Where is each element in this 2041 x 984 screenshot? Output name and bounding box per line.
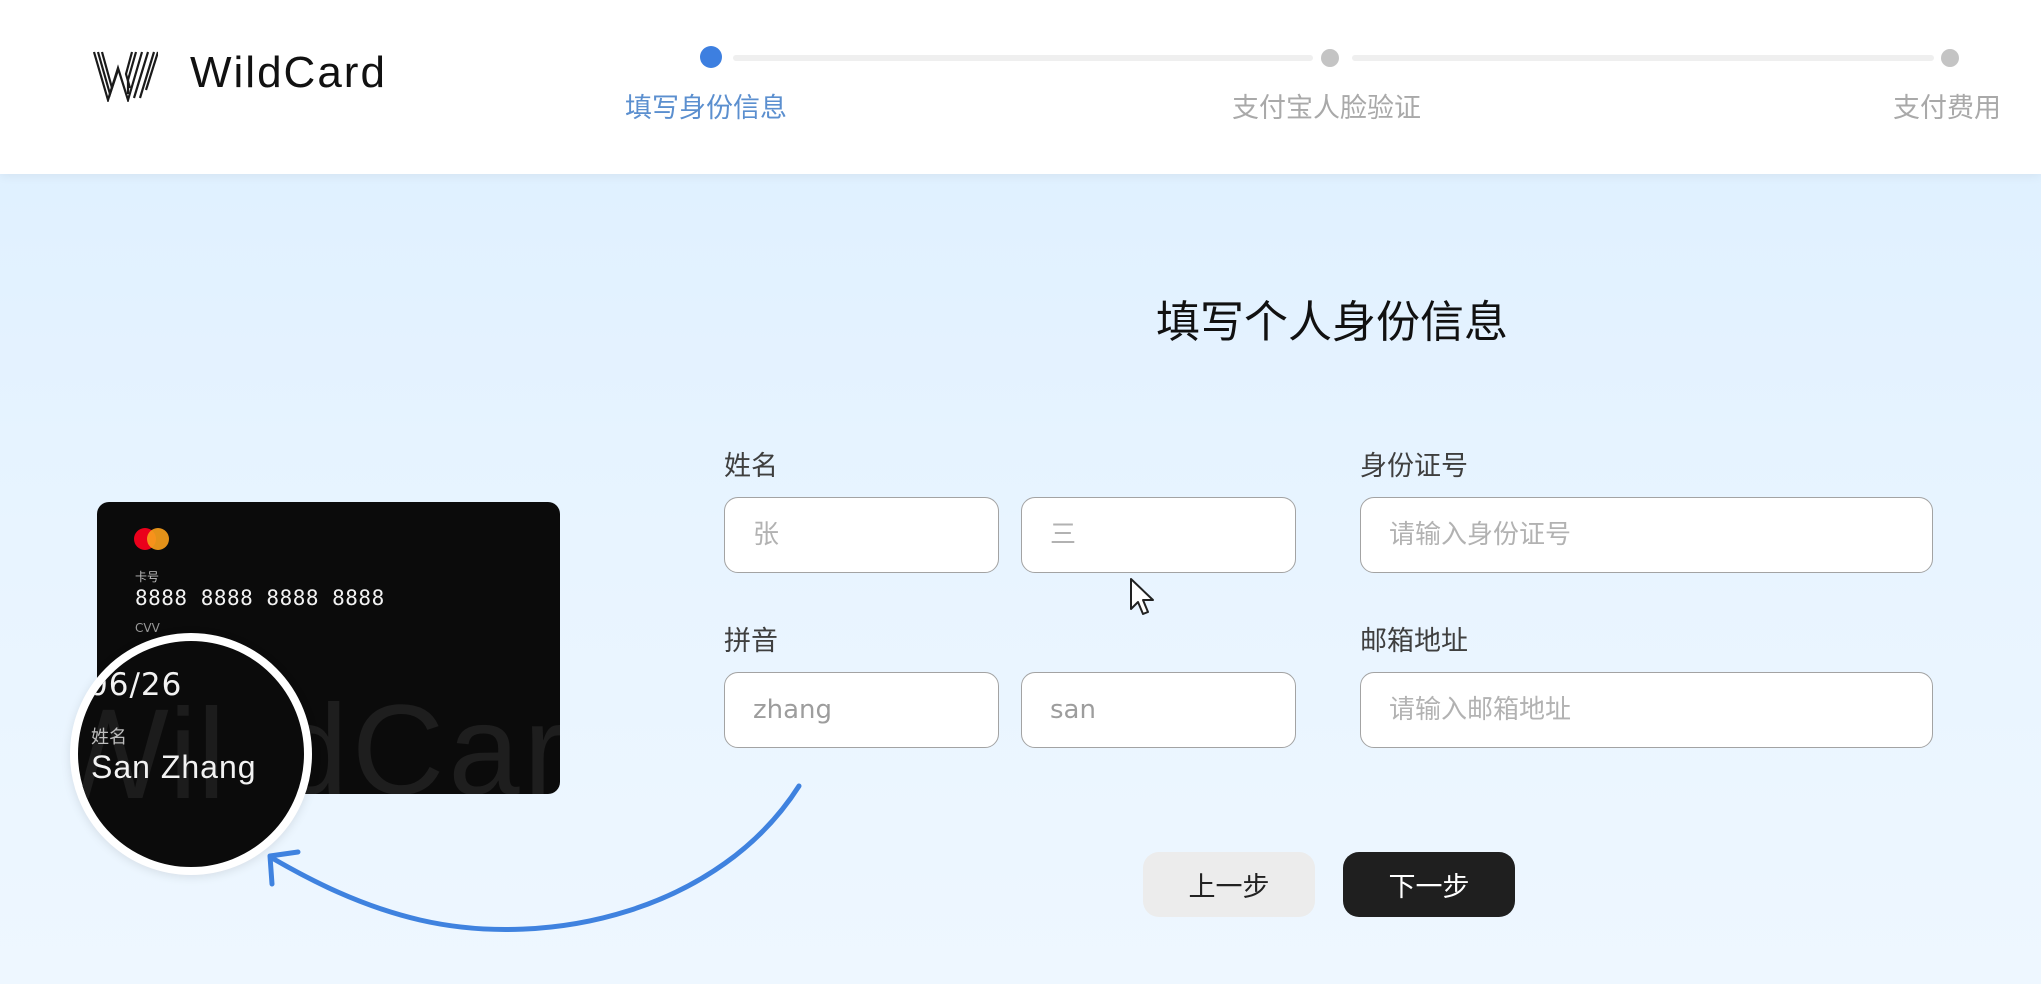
step-dot-3: [1941, 49, 1959, 67]
card-number-label: 卡号: [135, 570, 160, 584]
pinyin-label: 拼音: [724, 626, 778, 657]
card-holder-name: San Zhang: [91, 749, 257, 785]
step-connector: [1352, 55, 1934, 61]
top-header: WildCard 填写身份信息 支付宝人脸验证 支付费用: [0, 0, 2041, 174]
step-label-face-verify[interactable]: 支付宝人脸验证: [1232, 86, 1421, 125]
email-label: 邮箱地址: [1360, 626, 1468, 657]
prev-step-button[interactable]: 上一步: [1143, 852, 1315, 917]
card-number: 8888 8888 8888 8888: [135, 586, 385, 610]
curved-arrow-icon: [267, 783, 802, 932]
pinyin-given-input[interactable]: [1021, 672, 1296, 748]
id-number-input[interactable]: [1360, 497, 1933, 573]
card-cvv-label: CVV: [135, 621, 160, 635]
step-dot-1: [700, 46, 722, 68]
surname-input[interactable]: [724, 497, 999, 573]
step-label-payment[interactable]: 支付费用: [1893, 86, 2001, 125]
next-step-button[interactable]: 下一步: [1343, 852, 1515, 917]
step-dot-2: [1321, 49, 1339, 67]
card-expiry: 06/26: [88, 667, 183, 703]
pinyin-surname-input[interactable]: [724, 672, 999, 748]
email-input[interactable]: [1360, 672, 1933, 748]
name-label: 姓名: [724, 451, 778, 482]
id-number-label: 身份证号: [1360, 451, 1468, 482]
mouse-cursor-icon: [1130, 578, 1154, 615]
progress-stepper: 填写身份信息 支付宝人脸验证 支付费用: [0, 0, 2041, 174]
step-label-identity[interactable]: 填写身份信息: [625, 86, 787, 125]
step-connector: [733, 55, 1313, 61]
mastercard-icon: [134, 528, 170, 550]
card-name-label: 姓名: [91, 727, 127, 748]
given-name-input[interactable]: [1021, 497, 1296, 573]
form-title: 填写个人身份信息: [1156, 297, 1508, 348]
